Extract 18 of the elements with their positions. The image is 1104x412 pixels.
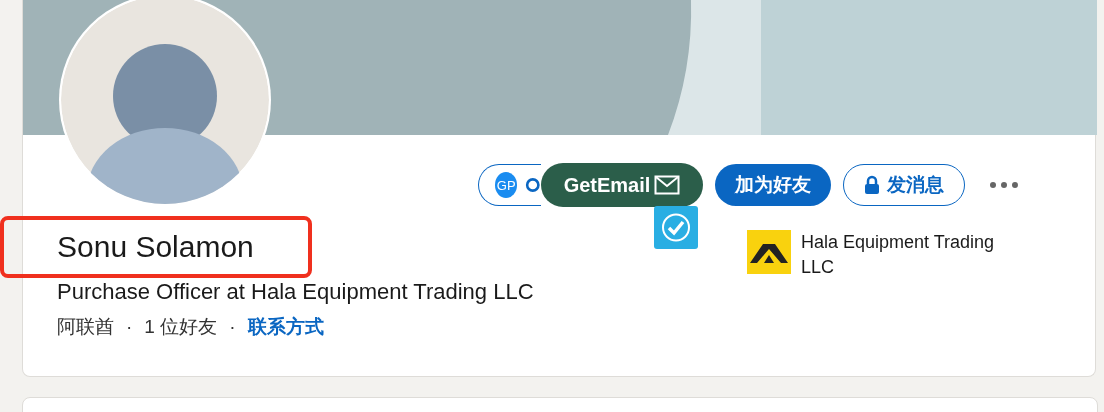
connect-button[interactable]: 加为好友 bbox=[715, 164, 831, 206]
company-name[interactable]: Hala Equipment Trading LLC bbox=[801, 230, 1016, 280]
mail-icon bbox=[654, 175, 681, 195]
separator: · bbox=[126, 315, 133, 339]
more-icon bbox=[989, 181, 1019, 189]
get-email-button[interactable]: GetEmail bbox=[541, 163, 703, 207]
company-logo bbox=[747, 230, 791, 274]
profile-headline: Purchase Officer at Hala Equipment Trading LLC bbox=[57, 278, 535, 306]
separator: · bbox=[229, 315, 236, 339]
circle-icon bbox=[525, 176, 541, 194]
extension-button[interactable]: GP bbox=[478, 164, 541, 206]
check-icon bbox=[654, 206, 698, 249]
message-button[interactable]: 发消息 bbox=[843, 164, 965, 206]
profile-name: Sonu Solamon bbox=[57, 229, 254, 265]
meta-text: 阿联酋 bbox=[57, 315, 114, 339]
gp-badge: GP bbox=[495, 172, 518, 198]
meta-text: 1 位好友 bbox=[144, 315, 218, 339]
contact-link[interactable]: 联系方式 bbox=[247, 312, 324, 342]
